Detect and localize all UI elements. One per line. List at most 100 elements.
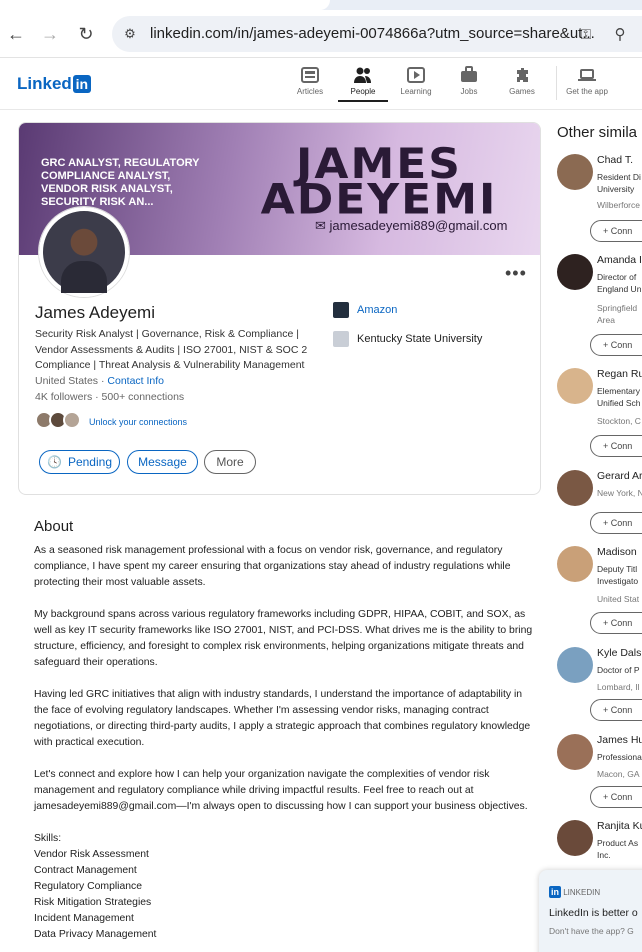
nav-get-app[interactable]: Get the app xyxy=(562,66,612,96)
tab-strip xyxy=(0,0,642,10)
profile-name: James Adeyemi xyxy=(35,303,155,322)
connection-avatar xyxy=(63,411,81,429)
connect-button[interactable]: + Conn xyxy=(590,786,642,808)
title-line: England Un xyxy=(597,284,642,294)
logo-text: Linked xyxy=(17,74,72,93)
avatar xyxy=(557,546,593,582)
active-tab[interactable] xyxy=(0,0,330,10)
back-icon[interactable]: ← xyxy=(4,22,28,46)
unlock-connections-link[interactable]: Unlock your connections xyxy=(89,417,187,427)
about-paragraph: Having led GRC initiatives that align wi… xyxy=(34,689,531,748)
mutual-connection-avatars[interactable] xyxy=(35,411,85,431)
title-line: Unified Sch xyxy=(597,398,641,408)
person-name[interactable]: Chad T. xyxy=(597,154,633,166)
nav-label: Games xyxy=(509,87,535,96)
skill-item: Regulatory Compliance xyxy=(34,881,143,892)
nav-people[interactable]: People xyxy=(338,66,388,102)
person-location: Wilberforce xyxy=(597,200,640,210)
browser-chrome: ← → ↻ ⚙ linkedin.com/in/james-adeyemi-00… xyxy=(0,0,642,58)
person-name[interactable]: Amanda I xyxy=(597,254,642,266)
banner-name: JAMES ADEYEMI xyxy=(229,144,529,221)
nav-label: Get the app xyxy=(566,87,608,96)
more-button[interactable]: More xyxy=(204,450,256,474)
title-line: Investigato xyxy=(597,576,639,586)
avatar xyxy=(557,647,593,683)
forward-icon[interactable]: → xyxy=(38,22,62,46)
toast-brand: in LINKEDIN xyxy=(549,886,600,898)
nav-articles[interactable]: Articles xyxy=(285,66,335,96)
connect-button[interactable]: + Conn xyxy=(590,512,642,534)
pending-button[interactable]: 🕓 Pending xyxy=(39,450,120,474)
connections-text: 500+ connections xyxy=(101,391,185,403)
contact-info-link[interactable]: Contact Info xyxy=(107,375,164,387)
skill-item: Data Privacy Management xyxy=(34,929,157,940)
zoom-icon[interactable]: ⚲ xyxy=(608,22,632,46)
logo-in: in xyxy=(72,75,91,93)
avatar xyxy=(557,154,593,190)
experience-amazon[interactable]: Amazon xyxy=(333,302,397,318)
nav-jobs[interactable]: Jobs xyxy=(444,66,494,96)
similar-profiles-heading: Other simila xyxy=(557,124,638,141)
profile-avatar[interactable] xyxy=(39,207,129,297)
connect-button[interactable]: + Conn xyxy=(590,435,642,457)
connect-label: Conn xyxy=(610,441,633,451)
site-info-icon[interactable]: ⚙ xyxy=(118,22,142,46)
more-options-icon[interactable]: ••• xyxy=(505,263,527,284)
avatar xyxy=(557,254,593,290)
app-promo-toast[interactable]: in LINKEDIN LinkedIn is better o Don't h… xyxy=(539,870,642,952)
connect-button[interactable]: + Conn xyxy=(590,220,642,242)
person-name[interactable]: Kyle Dalsl xyxy=(597,647,642,659)
banner-email: ✉ jamesadeyemi889@gmail.com xyxy=(315,218,508,233)
person-name[interactable]: James Hu xyxy=(597,734,642,746)
url-text[interactable]: linkedin.com/in/james-adeyemi-0074866a?u… xyxy=(150,25,595,42)
title-line: Director of xyxy=(597,272,637,282)
person-name[interactable]: Gerard Ar xyxy=(597,470,642,482)
avatar xyxy=(557,734,593,770)
nav-games[interactable]: Games xyxy=(497,66,547,96)
education-kentucky-state[interactable]: Kentucky State University xyxy=(333,331,482,347)
linkedin-logo[interactable]: Linked in xyxy=(17,74,91,94)
nav-separator xyxy=(556,66,557,100)
nav-learning[interactable]: Learning xyxy=(391,66,441,96)
skill-item: Incident Management xyxy=(34,913,134,924)
key-icon[interactable]: ⚿ xyxy=(574,22,598,46)
nav-label: People xyxy=(350,87,376,96)
banner-email-text: jamesadeyemi889@gmail.com xyxy=(329,218,508,233)
jobs-icon xyxy=(461,66,477,82)
games-icon xyxy=(517,68,528,82)
connect-label: Conn xyxy=(610,618,633,628)
profile-headline: Security Risk Analyst | Governance, Risk… xyxy=(35,328,308,371)
location-line: Springfield xyxy=(597,303,638,313)
title-line: Product As xyxy=(597,838,639,848)
person-location: Lombard, Il xyxy=(597,682,640,692)
education-label: Kentucky State University xyxy=(357,333,483,345)
connect-button[interactable]: + Conn xyxy=(590,612,642,634)
location-text: United States xyxy=(35,375,99,387)
person-title: Professiona xyxy=(597,752,642,762)
toast-title: LinkedIn is better o xyxy=(549,907,638,919)
person-location: United Stat xyxy=(597,594,640,604)
about-paragraph: My background spans across various regul… xyxy=(34,609,533,668)
followers-text: 4K followers xyxy=(35,391,93,403)
person-title: Product As Inc. xyxy=(597,837,638,861)
avatar xyxy=(557,470,593,506)
person-location: Stockton, C xyxy=(597,416,641,426)
profile-followers: 4K followers · 500+ connections xyxy=(35,391,185,403)
reload-icon[interactable]: ↻ xyxy=(74,22,98,46)
amazon-logo-icon xyxy=(333,302,349,318)
connect-label: Conn xyxy=(610,518,633,528)
connect-button[interactable]: + Conn xyxy=(590,699,642,721)
connect-button[interactable]: + Conn xyxy=(590,334,642,356)
person-name[interactable]: Regan Ru xyxy=(597,368,642,380)
message-button[interactable]: Message xyxy=(127,450,198,474)
people-icon xyxy=(354,67,371,83)
laptop-icon xyxy=(578,69,596,81)
person-title: Director of England Un xyxy=(597,271,641,295)
person-name[interactable]: Ranjita Ku xyxy=(597,820,642,832)
title-line: Inc. xyxy=(597,850,611,860)
about-paragraph: As a seasoned risk management profession… xyxy=(34,545,511,588)
connect-label: Conn xyxy=(610,226,633,236)
skill-item: Contract Management xyxy=(34,865,137,876)
person-name[interactable]: Madison xyxy=(597,546,637,558)
title-line: Resident Di xyxy=(597,172,641,182)
